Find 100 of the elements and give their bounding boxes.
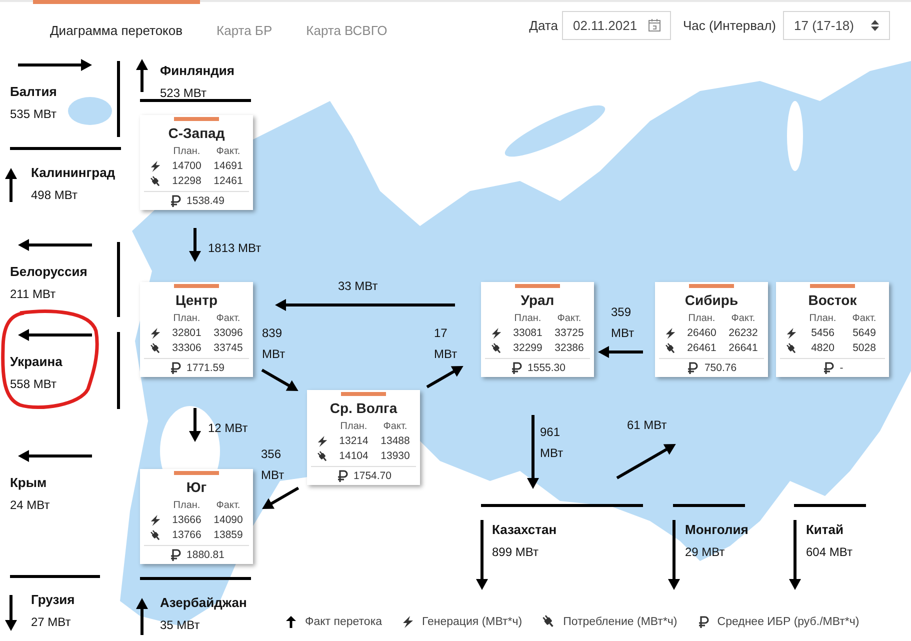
column-header: Факт. [852, 313, 876, 324]
flow-value: 12 МВт [208, 420, 249, 437]
plug-icon [150, 530, 160, 540]
region-title: Сибирь [684, 292, 740, 308]
table-cell: 13766 [172, 529, 202, 541]
tab[interactable]: Карта ВСВГО [289, 0, 404, 44]
region-title: Ср. Волга [328, 400, 398, 416]
price-value: 1771.59 [186, 362, 224, 374]
price-value: 1754.70 [354, 470, 392, 482]
column-header: Факт. [216, 313, 240, 324]
table-cell: 26460 [687, 327, 716, 339]
country-name: Азербайджан [160, 594, 247, 612]
table-cell: 33306 [172, 342, 202, 354]
region-title: С-Запад [167, 125, 226, 141]
column-header: Факт. [557, 313, 582, 324]
flow-value: 29 МВт [685, 544, 726, 561]
tab[interactable]: Карта БР [200, 0, 290, 44]
lightning-icon [490, 328, 502, 338]
flow-value: 535 МВт [10, 106, 57, 123]
ruble-icon [697, 616, 710, 628]
date-label: Дата [529, 18, 558, 33]
lightning-icon [316, 436, 328, 446]
region-title: Урал [520, 292, 556, 308]
flow-value: 359 МВт [611, 304, 636, 342]
table-cell: 32299 [513, 342, 542, 354]
ruble-icon [510, 362, 522, 374]
column-header: План. [514, 313, 542, 324]
column-header: План. [173, 500, 200, 511]
column-header: План. [340, 421, 368, 432]
column-header: Факт. [216, 146, 240, 157]
country-name: Монголия [685, 521, 748, 539]
country-name: Грузия [31, 591, 75, 609]
ruble-icon [686, 362, 698, 374]
table-cell: 33745 [214, 342, 243, 354]
country-name: Белоруссия [10, 263, 88, 281]
price-value: 1555.30 [528, 362, 566, 374]
ruble-icon [336, 470, 348, 482]
country-name: Китай [806, 521, 845, 539]
plug-icon [150, 176, 160, 186]
country-name: Украина [10, 353, 62, 371]
table-cell: 12298 [172, 175, 202, 187]
region-title: Центр [174, 292, 219, 308]
legend-label: Генерация (МВт*ч) [422, 616, 522, 628]
lightning-icon [664, 328, 676, 338]
plug-icon [664, 342, 676, 354]
ruble-icon [822, 362, 834, 374]
table-cell: 4820 [811, 342, 834, 354]
table-cell: 13488 [380, 435, 410, 447]
flow-value: 24 МВт [10, 497, 50, 514]
price-value: - [840, 362, 844, 374]
table-cell: 13930 [380, 450, 410, 462]
country-name: Балтия [10, 83, 57, 101]
flow-value: 558 МВт [10, 376, 58, 393]
table-cell: 13859 [214, 529, 243, 541]
column-header: План. [809, 313, 836, 324]
table-cell: 33096 [214, 327, 243, 339]
table-cell: 33081 [513, 327, 542, 339]
price-value: 750.76 [704, 362, 737, 374]
lightning-icon [150, 328, 160, 338]
table-cell: 5649 [852, 327, 876, 339]
flow-value: 61 МВт [627, 417, 668, 434]
table-cell: 14104 [339, 450, 368, 462]
ruble-icon [168, 195, 181, 207]
legend-label: Факт перетока [305, 616, 382, 628]
country-name: Калининград [31, 164, 116, 182]
table-cell: 5456 [811, 327, 834, 339]
plug-icon [316, 450, 328, 462]
column-header: Факт. [383, 421, 408, 432]
flow-value: 604 МВт [806, 544, 852, 561]
plug-icon [786, 342, 796, 354]
flow-value: 35 МВт [160, 617, 201, 634]
tab[interactable]: Диаграмма перетоков [33, 0, 200, 44]
region-title: Юг [185, 479, 208, 495]
country-name: Финляндия [160, 62, 234, 80]
flow-value: 961 МВт [540, 424, 564, 462]
hour-select[interactable]: 17 (17-18) [783, 11, 890, 40]
flow-value: 523 МВт [160, 85, 208, 102]
column-header: План. [173, 313, 200, 324]
sort-caret-icon [871, 20, 879, 31]
lightning-icon [786, 328, 796, 338]
flow-value: 356 МВт [261, 446, 286, 484]
table-cell: 32801 [172, 327, 202, 339]
calendar-icon[interactable] [648, 18, 661, 32]
ruble-icon [168, 362, 181, 374]
price-value: 1880.81 [186, 549, 224, 561]
hour-label: Час (Интервал) [682, 18, 776, 33]
table-cell: 13666 [172, 514, 202, 526]
table-cell: 14700 [172, 160, 202, 172]
table-cell: 32386 [554, 342, 584, 354]
legend-label: Среднее ИБР (руб./МВт*ч) [717, 616, 860, 628]
table-cell: 12461 [214, 175, 243, 187]
plug-icon [542, 615, 556, 628]
table-cell: 5028 [852, 342, 876, 354]
lightning-icon [402, 616, 414, 628]
table-cell: 26232 [728, 327, 758, 339]
date-field[interactable]: 02.11.2021 [562, 11, 671, 40]
column-header: Факт. [216, 500, 240, 511]
table-cell: 14090 [214, 514, 243, 526]
plug-icon [490, 342, 502, 354]
flow-value: 1813 МВт [208, 240, 262, 257]
